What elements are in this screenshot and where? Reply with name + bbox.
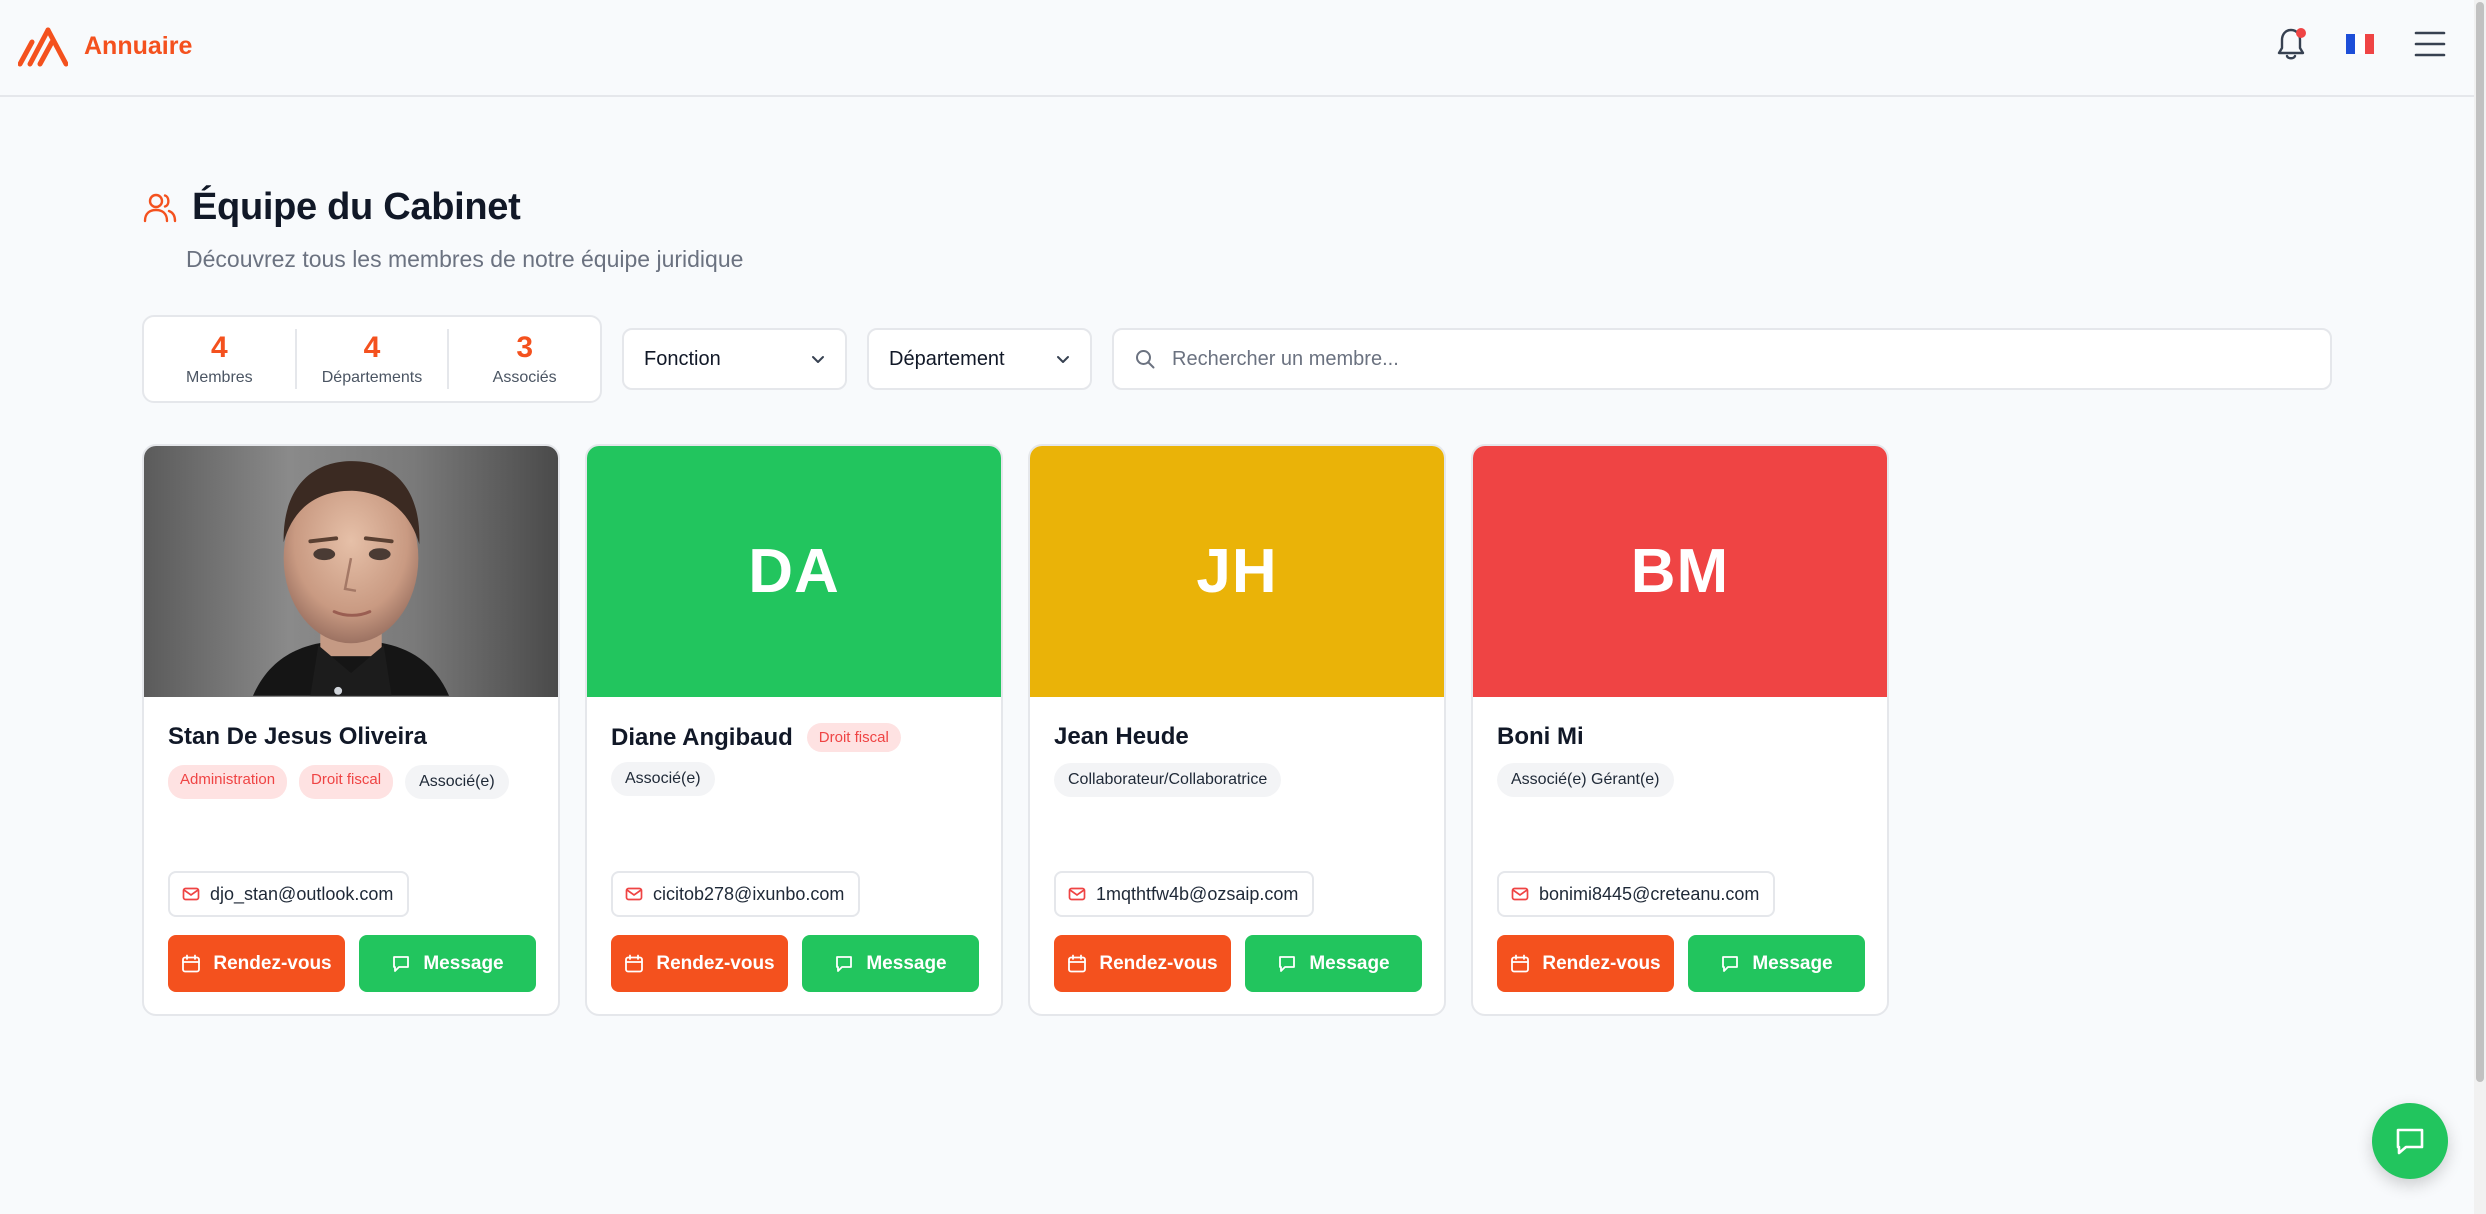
member-name: Jean Heude bbox=[1054, 723, 1189, 750]
page-title: Équipe du Cabinet bbox=[192, 186, 521, 228]
department-tag: Droit fiscal bbox=[299, 765, 394, 799]
appointment-label: Rendez-vous bbox=[1542, 952, 1661, 974]
member-name: Stan De Jesus Oliveira bbox=[168, 723, 427, 750]
chat-bubble-icon bbox=[2396, 1128, 2424, 1155]
mail-icon bbox=[1068, 887, 1086, 901]
member-card: JH Jean Heude Collaborateur/Collaboratri… bbox=[1028, 444, 1446, 1016]
mail-icon bbox=[182, 887, 200, 901]
member-initials: JH bbox=[1196, 537, 1278, 606]
calendar-icon bbox=[1511, 954, 1530, 972]
appointment-button[interactable]: Rendez-vous bbox=[168, 935, 345, 992]
top-actions bbox=[2276, 26, 2446, 62]
message-icon bbox=[1722, 955, 1739, 972]
role-tag: Associé(e) Gérant(e) bbox=[1497, 763, 1674, 797]
email-link[interactable]: cicitob278@ixunbo.com bbox=[611, 871, 861, 917]
member-tags: Collaborateur/Collaboratrice bbox=[1054, 763, 1420, 797]
message-icon bbox=[1279, 955, 1296, 972]
message-label: Message bbox=[1752, 952, 1833, 974]
calendar-icon bbox=[625, 954, 644, 972]
member-tags: Associé(e) bbox=[611, 762, 977, 796]
search-icon bbox=[1136, 350, 1155, 369]
member-card: DA Diane Angibaud Droit fiscal Associé(e… bbox=[585, 444, 1003, 1016]
hamburger-menu-icon[interactable] bbox=[2414, 29, 2446, 59]
stat-members: 4 Membres bbox=[144, 329, 295, 389]
calendar-icon bbox=[1068, 954, 1087, 972]
stat-label: Membres bbox=[185, 369, 253, 386]
scrollbar-thumb[interactable] bbox=[2476, 2, 2484, 1082]
member-avatar: JH bbox=[1030, 446, 1444, 697]
member-email: djo_stan@outlook.com bbox=[210, 883, 394, 904]
france-flag-icon[interactable] bbox=[2346, 34, 2374, 54]
stat-departments: 4 Départements bbox=[294, 329, 448, 389]
member-initials: DA bbox=[748, 537, 840, 606]
member-card: BM Boni Mi Associé(e) Gérant(e) bonimi84… bbox=[1471, 444, 1889, 1016]
member-card: Stan De Jesus Oliveira Administration Dr… bbox=[142, 444, 560, 1016]
message-label: Message bbox=[866, 952, 947, 974]
bell-icon[interactable] bbox=[2276, 26, 2306, 62]
stat-value: 4 bbox=[210, 331, 228, 364]
message-icon bbox=[393, 955, 410, 972]
mail-icon bbox=[1511, 887, 1529, 901]
notification-dot bbox=[2296, 28, 2306, 38]
departement-select[interactable]: Département bbox=[867, 328, 1092, 390]
brand-logo-icon bbox=[18, 27, 68, 67]
member-avatar: DA bbox=[587, 446, 1001, 697]
appointment-label: Rendez-vous bbox=[1099, 952, 1218, 974]
stat-partners: 3 Associés bbox=[447, 329, 600, 389]
top-navigation-bar: Annuaire bbox=[0, 0, 2486, 97]
role-tag: Associé(e) bbox=[405, 765, 509, 799]
calendar-icon bbox=[182, 954, 201, 972]
portrait-photo bbox=[252, 461, 450, 696]
role-tag: Associé(e) bbox=[611, 762, 715, 796]
member-initials: BM bbox=[1630, 537, 1730, 606]
brand[interactable]: Annuaire bbox=[18, 24, 192, 68]
message-button[interactable]: Message bbox=[802, 935, 979, 992]
brand-name: Annuaire bbox=[84, 31, 193, 60]
email-link[interactable]: djo_stan@outlook.com bbox=[168, 871, 410, 917]
chat-button[interactable] bbox=[2372, 1103, 2448, 1179]
member-avatar: BM bbox=[1473, 446, 1887, 697]
appointment-button[interactable]: Rendez-vous bbox=[1497, 935, 1674, 992]
message-button[interactable]: Message bbox=[1245, 935, 1422, 992]
member-name: Diane Angibaud bbox=[611, 723, 793, 751]
appointment-button[interactable]: Rendez-vous bbox=[611, 935, 788, 992]
search-input[interactable] bbox=[1172, 347, 2330, 371]
stat-value: 3 bbox=[516, 331, 534, 364]
appointment-label: Rendez-vous bbox=[213, 952, 332, 974]
department-tag: Administration bbox=[168, 765, 288, 799]
stat-value: 4 bbox=[363, 331, 381, 364]
fonction-select[interactable]: Fonction bbox=[622, 328, 847, 390]
message-button[interactable]: Message bbox=[359, 935, 536, 992]
message-button[interactable]: Message bbox=[1688, 935, 1865, 992]
stat-label: Départements bbox=[321, 369, 423, 386]
mail-icon bbox=[625, 887, 643, 901]
fonction-select-value: Fonction bbox=[644, 347, 721, 370]
stat-label: Associés bbox=[492, 369, 557, 386]
message-label: Message bbox=[423, 952, 504, 974]
appointment-label: Rendez-vous bbox=[656, 952, 775, 974]
member-photo bbox=[144, 446, 558, 697]
page-heading: Équipe du Cabinet bbox=[142, 186, 521, 229]
chevron-down-icon bbox=[812, 356, 824, 363]
member-name: Boni Mi bbox=[1497, 723, 1584, 750]
chevron-down-icon bbox=[1057, 356, 1069, 363]
departement-select-value: Département bbox=[889, 347, 1005, 370]
email-link[interactable]: 1mqthtfw4b@ozsaip.com bbox=[1054, 871, 1315, 917]
search-box[interactable] bbox=[1112, 328, 2332, 390]
member-email: bonimi8445@creteanu.com bbox=[1539, 883, 1760, 904]
page-scrollbar[interactable] bbox=[2474, 0, 2486, 1214]
member-email: cicitob278@ixunbo.com bbox=[653, 883, 845, 904]
message-label: Message bbox=[1309, 952, 1390, 974]
member-tags: Administration Droit fiscal Associé(e) bbox=[168, 765, 534, 799]
department-tag: Droit fiscal bbox=[806, 723, 901, 752]
member-email: 1mqthtfw4b@ozsaip.com bbox=[1096, 883, 1299, 904]
member-tags: Associé(e) Gérant(e) bbox=[1497, 763, 1863, 797]
users-icon bbox=[143, 193, 177, 222]
appointment-button[interactable]: Rendez-vous bbox=[1054, 935, 1231, 992]
message-icon bbox=[836, 955, 853, 972]
email-link[interactable]: bonimi8445@creteanu.com bbox=[1497, 871, 1776, 917]
role-tag: Collaborateur/Collaboratrice bbox=[1054, 763, 1282, 797]
stats-panel: 4 Membres 4 Départements 3 Associés bbox=[142, 315, 602, 403]
page-subtitle: Découvrez tous les membres de notre équi… bbox=[186, 246, 744, 272]
